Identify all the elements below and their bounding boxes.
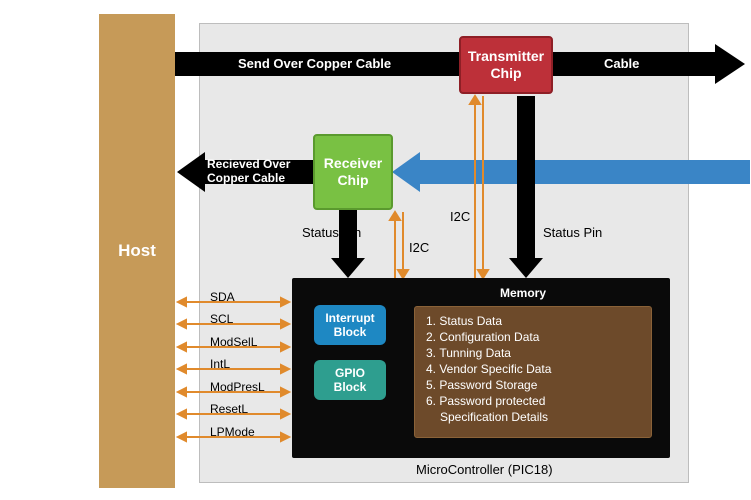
signal-label-3: IntL [210, 357, 230, 371]
gpio-block: GPIO Block [314, 360, 386, 400]
memory-list: 1. Status Data 2. Configuration Data 3. … [426, 314, 551, 426]
memory-item-5: 5. Password Storage [426, 378, 551, 392]
label-status-pin-tx: Status Pin [543, 225, 602, 240]
signal-label-0: SDA [210, 290, 235, 304]
signal-lines [178, 298, 289, 441]
label-recv-1: Recieved Over [207, 157, 290, 171]
receiver-label-1: Receiver [324, 155, 382, 172]
transmitter-label-2: Chip [490, 65, 521, 82]
receiver-chip: Receiver Chip [313, 134, 393, 210]
interrupt-label-1: Interrupt [325, 311, 374, 325]
memory-item-1: 1. Status Data [426, 314, 551, 328]
signal-label-6: LPMode [210, 425, 255, 439]
signal-label-2: ModSelL [210, 335, 257, 349]
interrupt-block: Interrupt Block [314, 305, 386, 345]
signal-line-3 [178, 365, 289, 373]
mcu-caption: MicroController (PIC18) [416, 462, 553, 477]
arrow-i2c-rx [390, 212, 408, 278]
arrow-status-pin-rx [331, 210, 365, 278]
transmitter-chip: Transmitter Chip [459, 36, 553, 94]
memory-item-4: 4. Vendor Specific Data [426, 362, 551, 376]
receiver-label-2: Chip [337, 172, 368, 189]
signal-label-4: ModPresL [210, 380, 265, 394]
arrow-incoming-blue [392, 152, 750, 192]
memory-item-6: 6. Password protected [426, 394, 551, 408]
interrupt-label-2: Block [334, 325, 367, 339]
label-recv-2: Copper Cable [207, 171, 285, 185]
gpio-label-1: GPIO [335, 366, 365, 380]
memory-title: Memory [500, 286, 546, 300]
memory-item-2: 2. Configuration Data [426, 330, 551, 344]
signal-label-5: ResetL [210, 402, 248, 416]
label-status-pin-rx: Status Pin [302, 225, 361, 240]
signal-line-1 [178, 320, 289, 328]
label-send-over-copper: Send Over Copper Cable [238, 56, 391, 71]
memory-item-3: 3. Tunning Data [426, 346, 551, 360]
label-i2c-rx: I2C [409, 240, 429, 255]
label-i2c-tx: I2C [450, 209, 470, 224]
arrow-status-pin-tx [509, 96, 543, 278]
memory-item-6b: Specification Details [426, 410, 551, 424]
signal-label-1: SCL [210, 312, 233, 326]
arrow-i2c-tx [470, 96, 488, 278]
gpio-label-2: Block [334, 380, 367, 394]
transmitter-label-1: Transmitter [468, 48, 544, 65]
label-cable: Cable [604, 56, 639, 71]
